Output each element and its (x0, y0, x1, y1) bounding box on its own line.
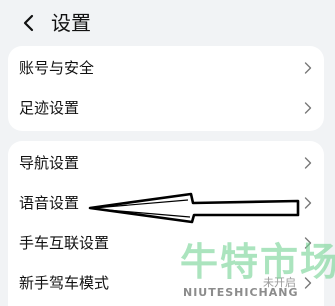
chevron-right-icon (304, 102, 312, 114)
row-label: 足迹设置 (19, 99, 80, 117)
row-label: 语音设置 (19, 194, 80, 212)
settings-row-navigation[interactable]: 导航设置 (8, 143, 324, 183)
row-label: 手车互联设置 (19, 234, 110, 252)
settings-row-footprint[interactable]: 足迹设置 (8, 88, 324, 128)
row-label: 导航设置 (19, 154, 80, 172)
row-label: 新手驾车模式 (19, 274, 110, 292)
chevron-left-icon[interactable] (20, 14, 38, 32)
chevron-right-icon (304, 197, 312, 209)
chevron-right-icon (304, 62, 312, 74)
watermark-text: 牛特市场 (180, 240, 335, 284)
row-label: 账号与安全 (19, 59, 95, 77)
watermark-subtext: NIUTESHICHANG (183, 286, 299, 299)
top-bar: 设置 (0, 0, 335, 44)
page-title: 设置 (51, 11, 91, 35)
settings-row-voice[interactable]: 语音设置 (8, 183, 324, 223)
settings-group-account: 账号与安全 足迹设置 (8, 46, 324, 131)
chevron-right-icon (304, 157, 312, 169)
settings-row-account-security[interactable]: 账号与安全 (8, 48, 324, 88)
watermark: 牛特市场 NIUTESHICHANG (180, 240, 335, 306)
